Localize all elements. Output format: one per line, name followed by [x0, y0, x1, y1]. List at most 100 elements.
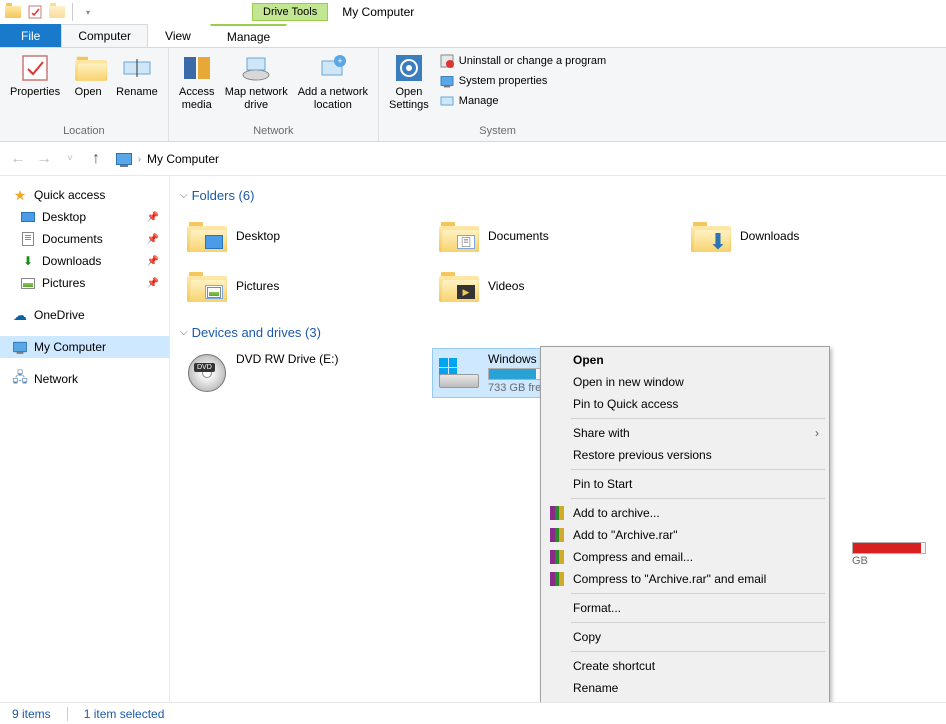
chevron-right-icon: ›	[138, 154, 141, 164]
folder-documents[interactable]: Documents	[432, 211, 684, 261]
computer-icon	[12, 339, 28, 355]
ctx-format[interactable]: Format...	[543, 597, 827, 619]
ctx-separator	[571, 622, 825, 623]
tab-manage[interactable]: Manage	[210, 24, 287, 47]
qat-newfolder-icon[interactable]	[48, 3, 66, 21]
ctx-create-shortcut[interactable]: Create shortcut	[543, 655, 827, 677]
ctx-label: Add to archive...	[573, 506, 660, 520]
access-media-button[interactable]: Access media	[175, 50, 219, 114]
onedrive-icon: ☁	[12, 307, 28, 323]
ctx-open-new-window[interactable]: Open in new window	[543, 371, 827, 393]
ctx-separator	[571, 418, 825, 419]
open-settings-button[interactable]: Open Settings	[385, 50, 433, 114]
properties-button[interactable]: Properties	[6, 50, 64, 101]
qat-properties-icon[interactable]	[26, 3, 44, 21]
rename-label: Rename	[116, 86, 158, 99]
ribbon: Properties Open Rename Location Access m…	[0, 48, 946, 142]
ctx-label: Pin to Quick access	[573, 397, 678, 411]
uninstall-button[interactable]: Uninstall or change a program	[437, 52, 608, 70]
ctx-label: Create shortcut	[573, 659, 655, 673]
folder-videos[interactable]: ▶ Videos	[432, 261, 684, 311]
manage-icon	[439, 93, 455, 109]
folder-icon	[186, 265, 228, 307]
sidebar-label: Documents	[42, 232, 103, 246]
network-icon: 🖧	[12, 371, 28, 387]
open-button[interactable]: Open	[66, 50, 110, 101]
ctx-add-to-archive[interactable]: Add to archive...	[543, 502, 827, 524]
ctx-pin-quick-access[interactable]: Pin to Quick access	[543, 393, 827, 415]
folder-icon	[186, 215, 228, 257]
uninstall-icon	[439, 53, 455, 69]
item-label: Pictures	[236, 279, 279, 293]
folder-downloads[interactable]: ⬇ Downloads	[684, 211, 936, 261]
map-drive-icon	[240, 52, 272, 84]
folder-pictures[interactable]: Pictures	[180, 261, 432, 311]
breadcrumb[interactable]: My Computer	[147, 152, 219, 166]
folder-icon: ▶	[438, 265, 480, 307]
map-drive-label: Map network drive	[225, 86, 288, 112]
tab-computer[interactable]: Computer	[61, 24, 148, 47]
quick-access-toolbar: ▾	[4, 3, 97, 21]
back-button[interactable]: ←	[8, 149, 28, 169]
sidebar-item-quick-access[interactable]: ★Quick access	[0, 184, 169, 206]
system-properties-button[interactable]: System properties	[437, 72, 608, 90]
winrar-icon	[549, 505, 565, 521]
ctx-compress-rar-email[interactable]: Compress to "Archive.rar" and email	[543, 568, 827, 590]
content-pane: ⌵Folders (6) Desktop Documents ⬇ Downloa…	[170, 176, 946, 702]
sidebar-item-onedrive[interactable]: ☁OneDrive	[0, 304, 169, 326]
tab-view[interactable]: View	[148, 24, 208, 47]
rename-icon	[121, 52, 153, 84]
tab-file[interactable]: File	[0, 24, 61, 47]
add-location-icon: +	[317, 52, 349, 84]
add-location-label: Add a network location	[298, 86, 368, 112]
ribbon-group-system: Open Settings Uninstall or change a prog…	[379, 48, 616, 141]
ctx-compress-email[interactable]: Compress and email...	[543, 546, 827, 568]
chevron-down-icon: ⌵	[180, 190, 188, 201]
group-label-network: Network	[175, 123, 372, 141]
document-icon	[20, 231, 36, 247]
windows-drive-icon	[438, 352, 480, 394]
titlebar: ▾ Drive Tools My Computer	[0, 0, 946, 24]
sidebar-item-pictures[interactable]: Pictures📌	[0, 272, 169, 294]
navigation-pane: ★Quick access Desktop📌 Documents📌 ⬇ Downl…	[0, 176, 170, 702]
up-button[interactable]: ↑	[86, 149, 106, 169]
section-folders[interactable]: ⌵Folders (6)	[180, 188, 936, 203]
sidebar-item-desktop[interactable]: Desktop📌	[0, 206, 169, 228]
sidebar-item-downloads[interactable]: ⬇Downloads📌	[0, 250, 169, 272]
section-drives[interactable]: ⌵Devices and drives (3)	[180, 325, 936, 340]
ribbon-group-network: Access media Map network drive + Add a n…	[169, 48, 379, 141]
ctx-share-with[interactable]: Share with›	[543, 422, 827, 444]
recent-dropdown[interactable]: ˅	[60, 149, 80, 169]
open-settings-label: Open Settings	[389, 86, 429, 112]
ctx-separator	[571, 651, 825, 652]
sidebar-item-network[interactable]: 🖧Network	[0, 368, 169, 390]
group-label-system: System	[385, 123, 610, 141]
download-icon: ⬇	[20, 253, 36, 269]
ctx-label: Compress and email...	[573, 550, 693, 564]
ctx-pin-start[interactable]: Pin to Start	[543, 473, 827, 495]
ctx-restore-versions[interactable]: Restore previous versions	[543, 444, 827, 466]
ctx-rename[interactable]: Rename	[543, 677, 827, 699]
ctx-separator	[571, 498, 825, 499]
qat-dropdown-icon[interactable]: ▾	[79, 3, 97, 21]
address-bar[interactable]: › My Computer	[112, 150, 223, 168]
add-location-button[interactable]: + Add a network location	[294, 50, 372, 114]
ctx-add-to-rar[interactable]: Add to "Archive.rar"	[543, 524, 827, 546]
map-drive-button[interactable]: Map network drive	[221, 50, 292, 114]
ctx-open[interactable]: Open	[543, 349, 827, 371]
folder-desktop[interactable]: Desktop	[180, 211, 432, 261]
drive-other-partial[interactable]: GB	[852, 542, 946, 562]
ctx-copy[interactable]: Copy	[543, 626, 827, 648]
ctx-label: Copy	[573, 630, 601, 644]
group-label-location: Location	[6, 123, 162, 141]
sidebar-item-documents[interactable]: Documents📌	[0, 228, 169, 250]
main-area: ★Quick access Desktop📌 Documents📌 ⬇ Downl…	[0, 176, 946, 702]
rename-button[interactable]: Rename	[112, 50, 162, 101]
forward-button[interactable]: →	[34, 149, 54, 169]
status-bar: 9 items 1 item selected	[0, 702, 946, 724]
drive-dvd[interactable]: DVD DVD RW Drive (E:)	[180, 348, 432, 398]
manage-button[interactable]: Manage	[437, 92, 608, 110]
manage-label: Manage	[459, 95, 499, 107]
sidebar-label: Downloads	[42, 254, 101, 268]
sidebar-item-my-computer[interactable]: My Computer	[0, 336, 169, 358]
